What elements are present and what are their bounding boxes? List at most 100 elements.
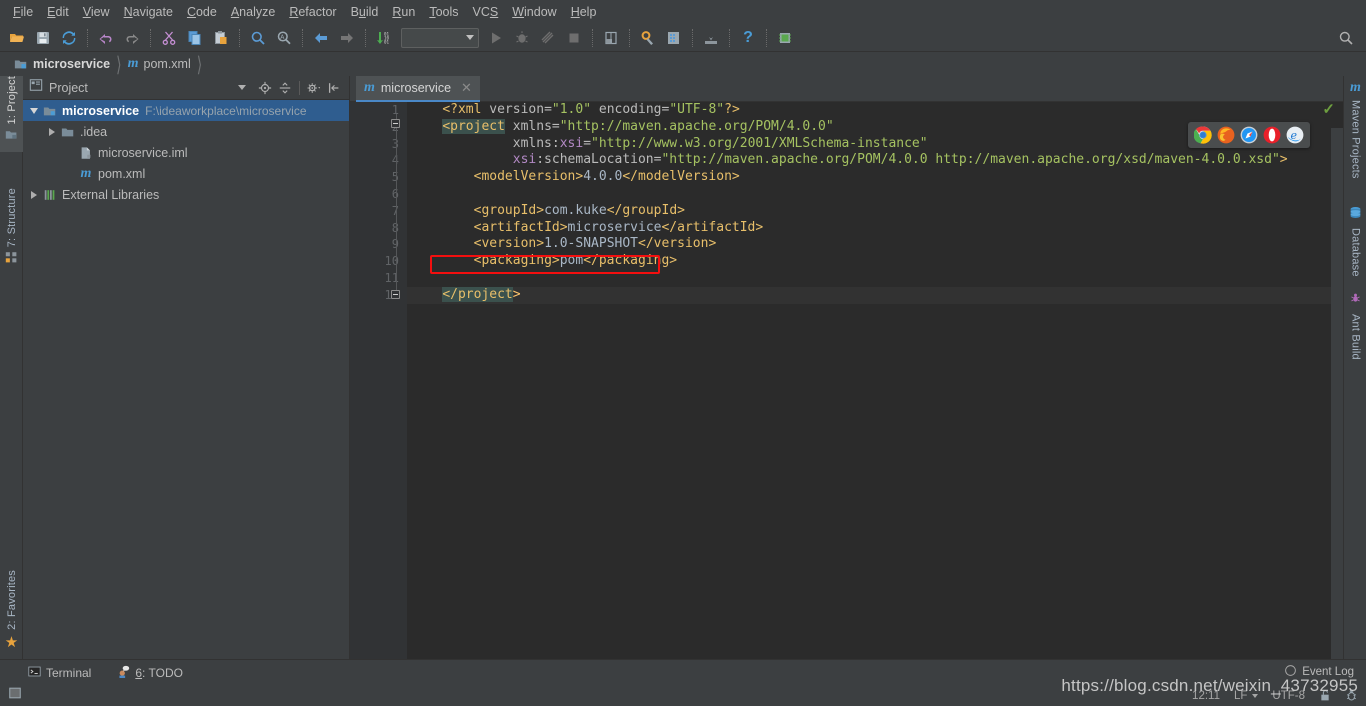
unlock-icon[interactable] xyxy=(1319,689,1331,702)
menu-item-refactor[interactable]: Refactor xyxy=(282,1,343,23)
save-all-icon[interactable] xyxy=(31,26,55,50)
tree-expander[interactable] xyxy=(27,107,41,114)
chrome-icon[interactable] xyxy=(1193,126,1212,144)
bottom-item-terminal[interactable]: Terminal xyxy=(24,663,95,683)
inspection-profile-icon[interactable] xyxy=(1345,689,1358,702)
rail-label-structure: 7: Structure xyxy=(5,188,18,248)
tree-item-label: microservice xyxy=(62,103,140,118)
code-line[interactable]: <artifactId>microservice</artifactId> xyxy=(407,220,1343,237)
sidebar-item-favorites[interactable]: 2: Favorites ★ xyxy=(0,570,23,650)
menu-item-analyze[interactable]: Analyze xyxy=(224,1,282,23)
code-line[interactable]: <packaging>pom</packaging> xyxy=(407,253,1343,270)
code-line[interactable]: <groupId>com.kuke</groupId> xyxy=(407,203,1343,220)
collapse-all-icon[interactable] xyxy=(276,79,294,97)
ie-icon[interactable]: e xyxy=(1286,126,1304,144)
code-line[interactable]: <?xml version="1.0" encoding="UTF-8"?> xyxy=(407,102,1343,119)
toggle-toolbar-icon[interactable] xyxy=(8,686,22,705)
firefox-icon[interactable] xyxy=(1217,126,1235,144)
menu-item-vcs[interactable]: VCS xyxy=(466,1,506,23)
menu-item-tools[interactable]: Tools xyxy=(422,1,465,23)
sidebar-item-project[interactable]: 1: Project xyxy=(0,76,23,153)
menu-item-navigate[interactable]: Navigate xyxy=(117,1,180,23)
code-line[interactable]: </project> xyxy=(407,286,1343,304)
menu-item-run[interactable]: Run xyxy=(385,1,422,23)
sidebar-item-structure[interactable]: 7: Structure xyxy=(0,188,23,275)
code-token: version= xyxy=(489,102,552,117)
fold-column xyxy=(391,102,403,659)
code-line[interactable] xyxy=(407,186,1343,203)
caret-position[interactable]: 12:11 xyxy=(1192,690,1220,702)
menu-item-help[interactable]: Help xyxy=(564,1,604,23)
device-manager-icon[interactable] xyxy=(773,26,797,50)
code-line[interactable]: xsi:schemaLocation="http://maven.apache.… xyxy=(407,152,1343,169)
forward-icon[interactable] xyxy=(335,26,359,50)
breadcrumb-separator: ⟩ xyxy=(196,51,203,76)
close-icon[interactable]: ✕ xyxy=(461,80,472,96)
stop-icon[interactable] xyxy=(562,26,586,50)
sidebar-item-ant-build[interactable]: Ant Build xyxy=(1344,292,1366,360)
cut-icon[interactable] xyxy=(157,26,181,50)
sync-refresh-icon[interactable] xyxy=(57,26,81,50)
breadcrumb-item-module[interactable]: microservice xyxy=(10,55,114,73)
tree-expander[interactable] xyxy=(45,127,59,136)
update-project-icon[interactable] xyxy=(699,26,723,50)
editor-tab-microservice[interactable]: m microservice ✕ xyxy=(356,76,480,102)
debug-icon[interactable] xyxy=(510,26,534,50)
tree-expander[interactable] xyxy=(27,190,41,199)
toolbar-separator xyxy=(729,28,730,47)
open-folder-icon[interactable] xyxy=(5,26,29,50)
redo-icon[interactable] xyxy=(120,26,144,50)
sidebar-item-maven-projects[interactable]: m Maven Projects xyxy=(1344,80,1366,179)
run-configuration-selector[interactable] xyxy=(401,27,479,48)
code-line[interactable]: <version>1.0-SNAPSHOT</version> xyxy=(407,236,1343,253)
undo-icon[interactable] xyxy=(94,26,118,50)
fold-marker-open[interactable] xyxy=(391,118,400,128)
bottom-item-todo[interactable]: 6: TODO xyxy=(113,663,187,683)
replace-icon[interactable]: A xyxy=(272,26,296,50)
browser-preview-popup[interactable]: e xyxy=(1188,122,1310,148)
tree-item-external-libraries[interactable]: External Libraries xyxy=(23,184,349,205)
copy-icon[interactable] xyxy=(183,26,207,50)
locate-target-icon[interactable] xyxy=(256,79,274,97)
encoding[interactable]: UTF-8 xyxy=(1272,690,1305,702)
project-structure-icon[interactable] xyxy=(599,26,623,50)
back-icon[interactable] xyxy=(309,26,333,50)
search-everywhere-icon[interactable] xyxy=(1336,28,1356,48)
menu-item-build[interactable]: Build xyxy=(344,1,386,23)
hide-panel-icon[interactable] xyxy=(325,79,343,97)
chevron-down-icon[interactable] xyxy=(238,85,246,90)
fold-marker-close[interactable] xyxy=(391,290,400,299)
code-line[interactable] xyxy=(407,270,1343,287)
sidebar-item-database[interactable]: Database xyxy=(1344,206,1366,277)
project-tree[interactable]: microservice F:\ideaworkplace\microservic… xyxy=(23,100,349,659)
settings-icon[interactable] xyxy=(636,26,660,50)
tree-item-microservice[interactable]: microservice F:\ideaworkplace\microservic… xyxy=(23,100,349,121)
menu-item-code[interactable]: Code xyxy=(180,1,224,23)
tree-item-pom-xml[interactable]: m pom.xml xyxy=(23,163,349,184)
event-log-button[interactable]: Event Log xyxy=(1284,664,1354,680)
find-icon[interactable] xyxy=(246,26,270,50)
code-line[interactable]: <modelVersion>4.0.0</modelVersion> xyxy=(407,169,1343,186)
editor-gutter[interactable]: 123456789101112 xyxy=(350,102,407,659)
menu-item-file[interactable]: File xyxy=(6,1,40,23)
menu-item-view[interactable]: View xyxy=(76,1,117,23)
opera-icon[interactable] xyxy=(1263,126,1281,144)
code-editor[interactable]: <?xml version="1.0" encoding="UTF-8"?> <… xyxy=(407,102,1343,659)
rail-label-project: 1: Project xyxy=(5,76,18,125)
tree-item-microservice-iml[interactable]: microservice.iml xyxy=(23,142,349,163)
help-icon[interactable]: ? xyxy=(736,26,760,50)
breadcrumb-item-file[interactable]: m pom.xml xyxy=(124,54,195,74)
run-coverage-icon[interactable] xyxy=(536,26,560,50)
menu-item-window[interactable]: Window xyxy=(505,1,563,23)
safari-icon[interactable] xyxy=(1240,126,1258,144)
tree-item--idea[interactable]: .idea xyxy=(23,121,349,142)
maven-icon[interactable] xyxy=(662,26,686,50)
terminal-icon xyxy=(28,665,41,681)
error-marker-strip[interactable] xyxy=(1331,128,1343,685)
settings-gear-icon[interactable] xyxy=(305,79,323,97)
line-separator[interactable]: LF xyxy=(1234,690,1259,702)
run-icon[interactable] xyxy=(484,26,508,50)
compile-icon[interactable]: 01 10 01 xyxy=(372,26,396,50)
paste-icon[interactable] xyxy=(209,26,233,50)
menu-item-edit[interactable]: Edit xyxy=(40,1,76,23)
